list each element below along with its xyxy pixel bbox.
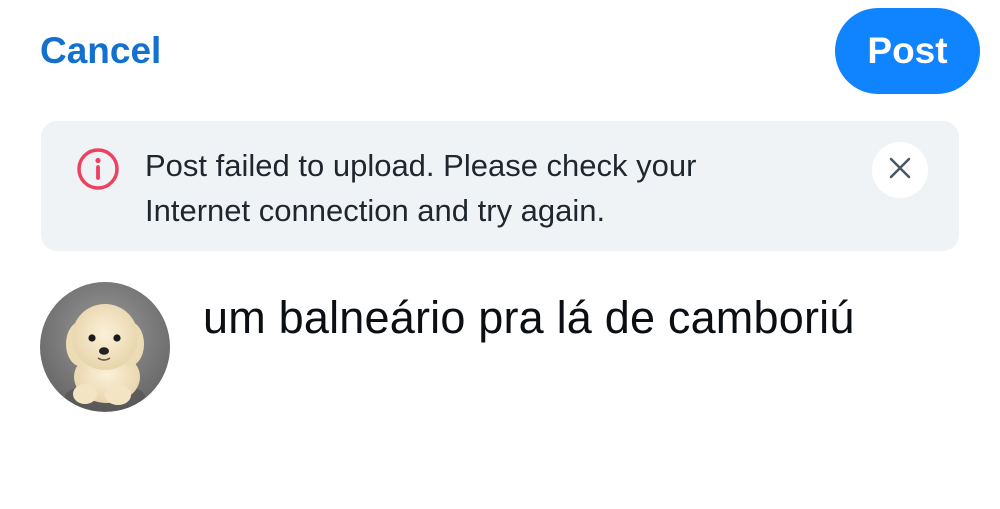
info-circle-icon: [75, 146, 121, 192]
cancel-button[interactable]: Cancel: [40, 28, 161, 74]
dog-avatar-image: [40, 282, 170, 412]
error-message-line-2: Internet connection and try again.: [145, 193, 606, 228]
error-message: Post failed to upload. Please check your…: [145, 143, 845, 233]
post-text-input[interactable]: um balneário pra lá de camboriú: [203, 290, 963, 346]
dismiss-error-button[interactable]: [872, 142, 928, 198]
post-button[interactable]: Post: [835, 8, 980, 94]
error-message-line-1: Post failed to upload. Please check your: [145, 148, 697, 183]
error-banner: Post failed to upload. Please check your…: [41, 121, 959, 251]
compose-header: Cancel Post: [0, 0, 1000, 104]
avatar[interactable]: [40, 282, 170, 412]
close-icon: [888, 156, 912, 185]
